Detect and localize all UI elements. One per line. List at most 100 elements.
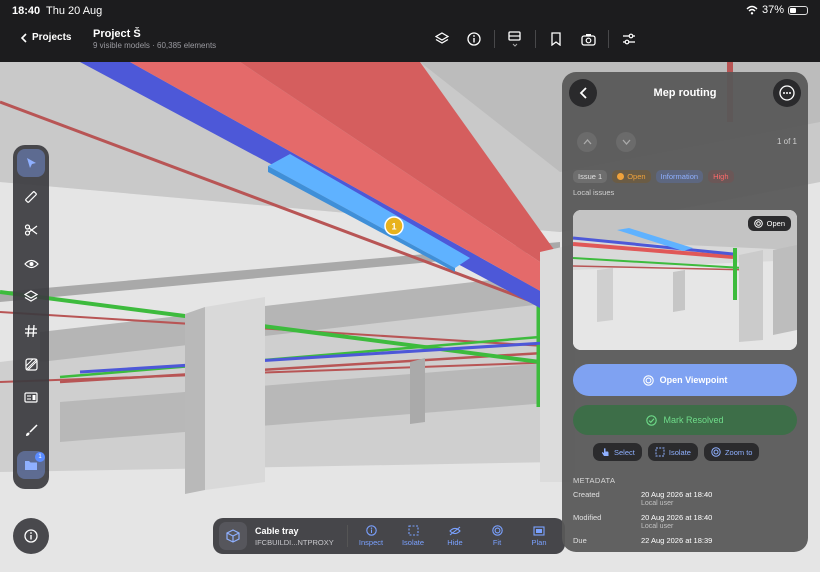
info-icon bbox=[467, 32, 481, 46]
camera-button[interactable] bbox=[572, 30, 604, 48]
more-options-button[interactable] bbox=[773, 79, 801, 107]
zoom-to-label: Zoom to bbox=[724, 447, 753, 457]
info-button[interactable] bbox=[458, 30, 490, 48]
id-card-icon bbox=[24, 392, 38, 403]
hide-button[interactable]: Hide bbox=[434, 526, 476, 547]
paint-tool-button[interactable] bbox=[17, 417, 45, 445]
metadata-heading: METADATA bbox=[573, 476, 616, 485]
cube-icon bbox=[226, 529, 240, 543]
zoom-to-button[interactable]: Zoom to bbox=[703, 443, 760, 461]
toolbar-divider bbox=[608, 30, 609, 48]
battery-percent: 37% bbox=[761, 4, 784, 16]
status-dot-icon bbox=[617, 173, 625, 180]
select-tool-button[interactable] bbox=[17, 149, 45, 177]
status-date: Thu 20 Aug bbox=[46, 5, 103, 17]
isolate-label: Isolate bbox=[401, 538, 425, 547]
viewer-info-button[interactable] bbox=[13, 518, 49, 554]
tool-rail: 1 bbox=[13, 145, 49, 489]
issue-marker-label: 1 bbox=[391, 222, 396, 232]
chevron-down-icon bbox=[622, 139, 630, 145]
selected-element-name: Cable tray bbox=[255, 525, 299, 536]
issue-source: Local issues bbox=[573, 188, 615, 197]
back-label: Projects bbox=[32, 32, 72, 43]
fit-button[interactable]: Fit bbox=[476, 525, 518, 547]
back-to-projects-button[interactable]: Projects bbox=[20, 32, 71, 43]
settings-button[interactable] bbox=[613, 30, 645, 48]
target-icon bbox=[642, 374, 654, 386]
isolate-button[interactable]: Isolate bbox=[392, 525, 434, 547]
isolate-element-button[interactable]: Isolate bbox=[647, 443, 698, 461]
grid-tool-button[interactable] bbox=[17, 317, 45, 345]
hand-pointer-icon bbox=[602, 448, 609, 456]
select-label: Select bbox=[614, 447, 635, 457]
info-icon bbox=[365, 525, 377, 536]
metadata-key: Due bbox=[573, 536, 587, 545]
issues-tool-button[interactable]: 1 bbox=[17, 450, 45, 479]
top-bar: 18:40 Thu 20 Aug 37% Projects Project Š … bbox=[0, 0, 820, 62]
isolate-dashed-square-icon bbox=[655, 447, 665, 457]
thumbnail-scene bbox=[573, 210, 797, 350]
isolate-pill-label: Isolate bbox=[668, 447, 691, 457]
mark-resolved-button[interactable]: Mark Resolved bbox=[573, 405, 797, 435]
grid-hash-icon bbox=[25, 324, 37, 337]
priority-tag[interactable]: High bbox=[708, 170, 734, 183]
battery-icon bbox=[788, 5, 808, 15]
project-title: Project Š bbox=[93, 28, 141, 40]
plan-label: Plan bbox=[531, 537, 547, 547]
visibility-tool-button[interactable] bbox=[17, 250, 45, 278]
target-icon bbox=[491, 525, 503, 536]
layers-tool-button[interactable] bbox=[17, 283, 45, 311]
check-circle-icon bbox=[646, 414, 658, 426]
toolbar-divider bbox=[494, 30, 495, 48]
info-icon bbox=[24, 529, 38, 543]
quick-actions: Select Isolate Zoom to bbox=[593, 443, 760, 461]
isolate-dashed-square-icon bbox=[407, 525, 419, 536]
toolbar-divider bbox=[535, 30, 536, 48]
bookmark-button[interactable] bbox=[540, 30, 572, 48]
type-tag[interactable]: Information bbox=[655, 170, 704, 183]
inspect-label: Inspect bbox=[358, 538, 384, 547]
properties-tool-button[interactable] bbox=[17, 384, 45, 412]
issue-counter: 1 of 1 bbox=[776, 137, 797, 146]
section-box-icon bbox=[508, 31, 521, 47]
plan-button[interactable]: Plan bbox=[518, 525, 560, 547]
layers-button[interactable] bbox=[426, 30, 458, 48]
measure-tool-button[interactable] bbox=[17, 183, 45, 211]
mark-resolved-label: Mark Resolved bbox=[663, 415, 724, 425]
metadata-value: 20 Aug 2026 at 18:40 bbox=[641, 513, 713, 522]
open-viewpoint-button[interactable]: Open Viewpoint bbox=[573, 364, 797, 396]
metadata-key: Modified bbox=[573, 513, 602, 522]
selected-element-info: Cable tray IFCBUILDI...NTPROXY bbox=[255, 526, 343, 547]
chevron-left-icon bbox=[20, 32, 27, 43]
layers-icon bbox=[435, 32, 449, 44]
section-box-button[interactable] bbox=[499, 30, 531, 48]
element-type-button[interactable] bbox=[219, 522, 247, 550]
hatch-tool-button[interactable] bbox=[17, 350, 45, 378]
paintbrush-icon bbox=[26, 424, 38, 436]
cut-tool-button[interactable] bbox=[17, 216, 45, 244]
camera-icon bbox=[580, 33, 596, 46]
metadata-value: 22 Aug 2026 at 18:39 bbox=[641, 536, 713, 545]
next-issue-button[interactable] bbox=[616, 132, 636, 152]
open-viewpoint-label: Open Viewpoint bbox=[659, 375, 728, 385]
wifi-icon bbox=[746, 5, 758, 15]
layers-icon bbox=[24, 290, 38, 302]
target-icon bbox=[753, 219, 763, 228]
settings-sliders-icon bbox=[623, 33, 635, 45]
status-time: 18:40 bbox=[12, 5, 41, 17]
viewpoint-thumbnail[interactable]: Open bbox=[573, 210, 797, 350]
metadata-author: Local user bbox=[641, 523, 674, 530]
issue-panel: Mep routing 1 of 1 Issue 1 Open Informat… bbox=[562, 72, 808, 552]
fit-label: Fit bbox=[492, 538, 502, 547]
main-toolbar bbox=[426, 30, 645, 48]
issue-number-tag: Issue 1 bbox=[573, 170, 608, 183]
metadata-value: 20 Aug 2026 at 18:40 bbox=[641, 490, 713, 499]
chevron-up-icon bbox=[583, 139, 591, 145]
previous-issue-button[interactable] bbox=[577, 132, 597, 152]
metadata-author: Local user bbox=[641, 500, 674, 507]
status-tag[interactable]: Open bbox=[612, 170, 651, 183]
hatch-icon bbox=[24, 357, 38, 371]
select-element-button[interactable]: Select bbox=[593, 443, 642, 461]
issue-tags: Issue 1 Open Information High bbox=[573, 170, 734, 183]
inspect-button[interactable]: Inspect bbox=[350, 525, 392, 547]
